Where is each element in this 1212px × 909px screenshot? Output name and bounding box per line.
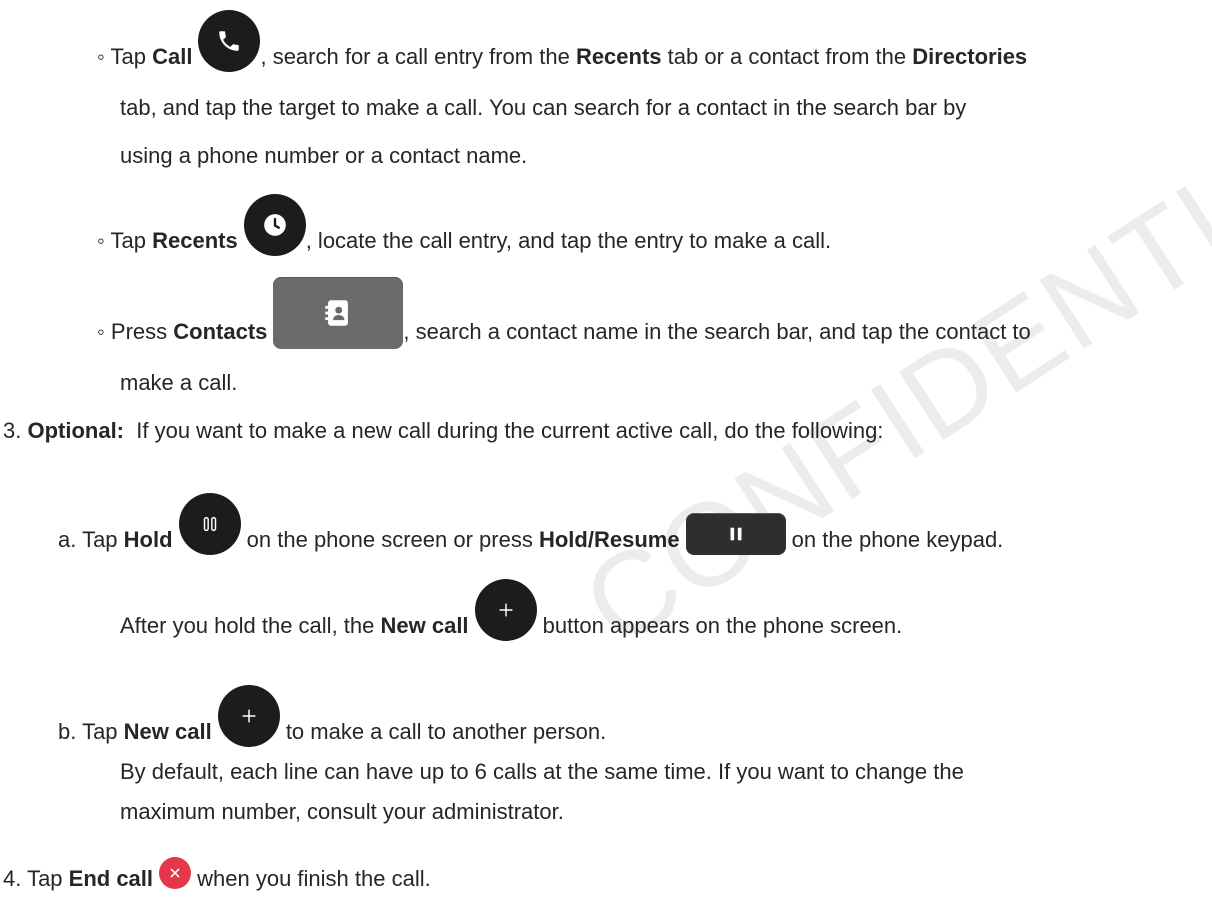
call-instruction-line-3: using a phone number or a contact name. bbox=[120, 143, 528, 168]
call-label: Call bbox=[152, 44, 193, 69]
recents-instruction: ◦ Tap Recents , locate the call entry, a… bbox=[97, 194, 831, 257]
step-3: 3. Optional: If you want to make a new c… bbox=[3, 418, 884, 443]
optional-label: Optional: bbox=[27, 418, 125, 443]
end-call-label: End call bbox=[68, 866, 154, 891]
directories-tab-label: Directories bbox=[912, 44, 1028, 69]
call-instruction-line-1: ◦ Tap Call , search for a call entry fro… bbox=[97, 10, 1028, 73]
contacts-instruction-line-1: ◦ Press Contacts , search a contact name… bbox=[97, 277, 1031, 350]
recents-tab-label: Recents bbox=[575, 44, 662, 69]
new-call-label: New call bbox=[380, 613, 469, 638]
phone-icon bbox=[198, 10, 261, 73]
pause-key-icon bbox=[685, 513, 786, 556]
call-instruction-line-2: tab, and tap the target to make a call. … bbox=[120, 95, 967, 120]
step-3a: a. Tap Hold on the phone screen or press… bbox=[58, 493, 1003, 556]
plus-icon bbox=[474, 579, 537, 642]
contacts-label: Contacts bbox=[173, 319, 268, 344]
clock-icon bbox=[243, 194, 306, 257]
contacts-instruction-line-2: make a call. bbox=[120, 370, 238, 395]
new-call-label-2: New call bbox=[123, 719, 212, 744]
hold-resume-label: Hold/Resume bbox=[538, 527, 680, 552]
plus-icon bbox=[217, 685, 280, 748]
hold-label: Hold bbox=[123, 527, 173, 552]
step-4: 4. Tap End call when you finish the call… bbox=[3, 857, 431, 894]
pause-icon bbox=[178, 493, 241, 556]
contacts-book-icon bbox=[273, 277, 404, 350]
after-hold-text: After you hold the call, the New call bu… bbox=[120, 579, 902, 642]
close-icon bbox=[159, 857, 192, 890]
step-3b-line-2: By default, each line can have up to 6 c… bbox=[120, 759, 964, 784]
step-3b-line-3: maximum number, consult your administrat… bbox=[120, 799, 564, 824]
step-3b: b. Tap New call to make a call to anothe… bbox=[58, 685, 606, 748]
recents-label: Recents bbox=[152, 228, 238, 253]
